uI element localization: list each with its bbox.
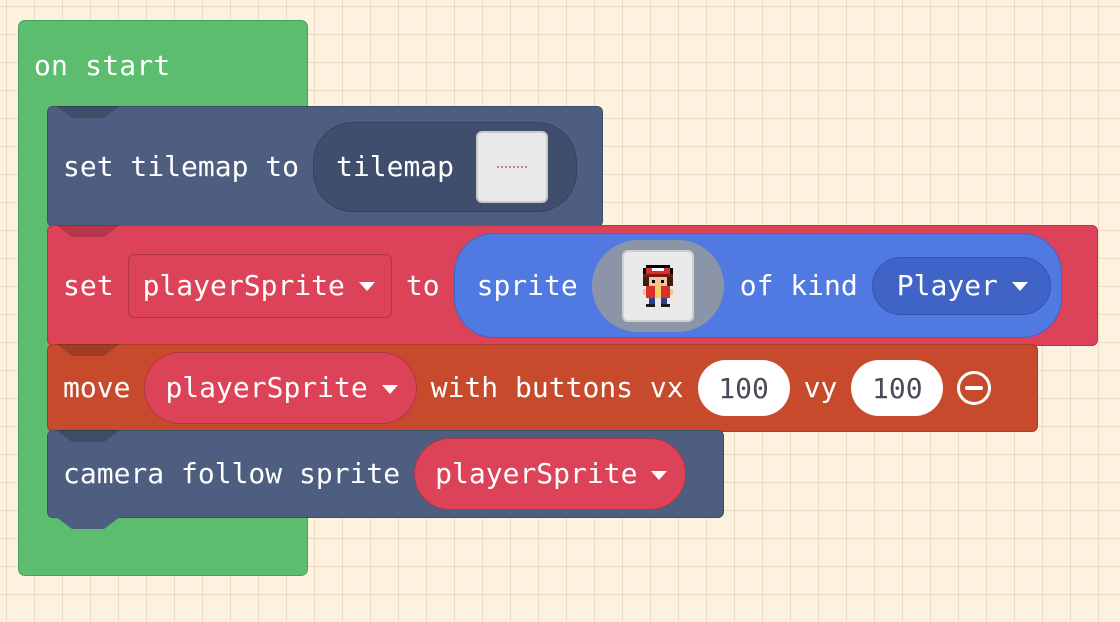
tilemap-reporter[interactable]: tilemap [313,121,578,212]
minus-circle-icon[interactable] [957,371,992,405]
set-tilemap-block[interactable]: set tilemap to tilemap [47,106,603,227]
camera-follow-block[interactable]: camera follow sprite playerSprite [47,430,724,518]
sprite-label: sprite [476,268,578,302]
variable-reporter[interactable]: playerSprite [414,438,687,510]
set-variable-block[interactable]: set playerSprite to sprite of kind Playe… [47,225,1098,346]
camera-follow-label: camera follow sprite [63,457,401,490]
vx-number-field[interactable]: 100 [697,360,790,416]
vy-number-field[interactable]: 100 [851,360,944,416]
chevron-down-icon [1011,282,1028,291]
kind-dropdown-label: Player [896,268,998,302]
player-sprite-icon [642,264,673,307]
variable-reporter-label: playerSprite [165,371,368,404]
with-buttons-vx-label: with buttons vx [430,371,684,404]
move-with-buttons-block[interactable]: move playerSprite with buttons vx 100 vy… [47,344,1038,432]
chevron-down-icon [651,470,668,480]
create-sprite-reporter[interactable]: sprite of kind Player [453,233,1062,338]
tilemap-preview-icon [497,165,528,168]
minus-bar [965,386,984,390]
set-label: set [63,268,114,302]
of-kind-label: of kind [739,268,858,302]
sprite-image-slot[interactable] [591,239,724,332]
tilemap-editor-thumbnail[interactable] [476,130,549,203]
vy-label: vy [803,371,838,404]
chevron-down-icon [358,282,375,291]
tilemap-reporter-label: tilemap [336,149,455,183]
chevron-down-icon [381,384,398,394]
variable-reporter[interactable]: playerSprite [144,352,417,424]
move-label: move [63,371,131,404]
set-tilemap-label: set tilemap to [63,149,300,183]
variable-dropdown[interactable]: playerSprite [127,253,392,318]
to-label: to [405,268,440,302]
kind-dropdown[interactable]: Player [871,256,1051,315]
on-start-label: on start [34,49,171,82]
sprite-image-thumbnail[interactable] [621,249,694,322]
variable-dropdown-label: playerSprite [142,269,345,302]
variable-reporter-label: playerSprite [435,457,638,490]
